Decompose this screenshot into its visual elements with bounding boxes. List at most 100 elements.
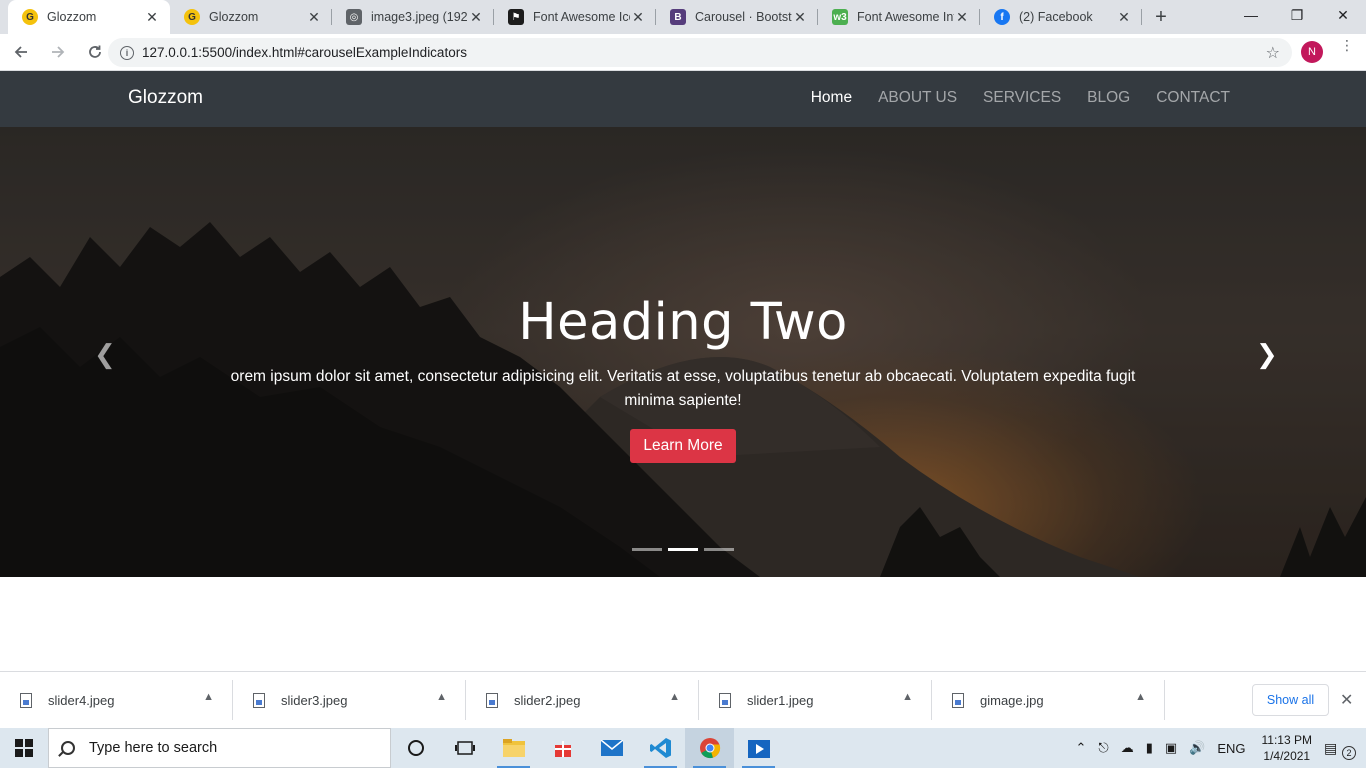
download-list: slider4.jpeg ▲ slider3.jpeg ▲ slider2.jpeg ▲ s… bbox=[0, 680, 1165, 720]
show-all-downloads-button[interactable]: Show all bbox=[1252, 684, 1329, 716]
network-icon[interactable]: ▣ bbox=[1165, 740, 1177, 756]
minimize-button[interactable]: — bbox=[1228, 0, 1274, 30]
reload-icon bbox=[89, 45, 101, 58]
windows-taskbar: Type here to search ⌃ ⎋ ☁ ▮ ▣ 🔊 ENG 11:1… bbox=[0, 728, 1366, 768]
slide-text: orem ipsum dolor sit amet, consectetur a… bbox=[230, 368, 1136, 409]
download-item[interactable]: slider3.jpeg ▲ bbox=[233, 680, 466, 720]
power-icon[interactable]: ⎋ bbox=[1098, 740, 1108, 756]
carousel-indicator[interactable] bbox=[704, 548, 734, 551]
cortana-circle-icon bbox=[407, 740, 424, 756]
show-hidden-icons-chevron-icon[interactable]: ⌃ bbox=[1076, 740, 1087, 756]
browser-toolbar: i 127.0.0.1:5500/index.html#carouselExam… bbox=[0, 34, 1366, 71]
nav-link-contact[interactable]: CONTACT bbox=[1156, 89, 1230, 107]
glozzom-favicon: G bbox=[184, 9, 200, 25]
volume-icon[interactable]: 🔊 bbox=[1189, 740, 1205, 756]
file-explorer-button[interactable] bbox=[489, 728, 538, 768]
download-item[interactable]: slider4.jpeg ▲ bbox=[0, 680, 233, 720]
search-placeholder: Type here to search bbox=[89, 740, 218, 756]
chrome-icon bbox=[699, 738, 720, 759]
onedrive-cloud-icon[interactable]: ☁ bbox=[1121, 740, 1134, 756]
download-filename: slider2.jpeg bbox=[514, 692, 581, 708]
taskbar-search-box[interactable]: Type here to search bbox=[48, 728, 391, 768]
mail-button[interactable] bbox=[587, 728, 636, 768]
chevron-up-icon[interactable]: ▲ bbox=[902, 691, 913, 703]
close-tab-icon[interactable]: ✕ bbox=[630, 9, 646, 26]
download-filename: slider3.jpeg bbox=[281, 692, 348, 708]
download-item[interactable]: slider1.jpeg ▲ bbox=[699, 680, 932, 720]
downloads-bar: slider4.jpeg ▲ slider3.jpeg ▲ slider2.jpeg ▲ s… bbox=[0, 671, 1366, 728]
image-file-icon bbox=[20, 692, 32, 708]
media-player-button[interactable] bbox=[734, 728, 783, 768]
task-view-icon bbox=[454, 741, 475, 755]
close-tab-icon[interactable]: ✕ bbox=[1116, 9, 1132, 26]
carousel-indicator[interactable] bbox=[668, 548, 698, 551]
task-view-button[interactable] bbox=[440, 728, 489, 768]
nav-link-home[interactable]: Home bbox=[811, 89, 852, 107]
close-window-button[interactable]: ✕ bbox=[1320, 0, 1366, 30]
glozzom-favicon: G bbox=[22, 9, 38, 25]
notification-count: 2 bbox=[1342, 745, 1356, 760]
carousel-indicators bbox=[0, 548, 1366, 551]
vscode-button[interactable] bbox=[636, 728, 685, 768]
close-downloads-icon[interactable]: ✕ bbox=[1340, 690, 1353, 710]
tab-separator bbox=[1141, 9, 1142, 25]
download-filename: slider1.jpeg bbox=[747, 692, 814, 708]
tab-title: image3.jpeg (1920 bbox=[371, 10, 468, 24]
browser-tab[interactable]: G Glozzom ✕ bbox=[170, 0, 332, 34]
nav-link-services[interactable]: SERVICES bbox=[983, 89, 1061, 107]
nav-link-blog[interactable]: BLOG bbox=[1087, 89, 1130, 107]
browser-tab[interactable]: ⚑ Font Awesome Ico ✕ bbox=[494, 0, 656, 34]
bookmark-star-icon[interactable]: ☆ bbox=[1266, 43, 1280, 63]
forward-button[interactable] bbox=[42, 36, 74, 68]
carousel-indicator[interactable] bbox=[632, 548, 662, 551]
notification-icon: ▤ bbox=[1324, 739, 1338, 756]
folder-icon bbox=[502, 739, 525, 757]
browser-menu-icon[interactable]: ⋮ bbox=[1340, 38, 1354, 52]
back-button[interactable] bbox=[5, 36, 37, 68]
site-navbar: Glozzom Home ABOUT US SERVICES BLOG CONTACT bbox=[0, 71, 1366, 127]
window-controls: — ❐ ✕ bbox=[1228, 0, 1366, 30]
language-indicator[interactable]: ENG bbox=[1217, 741, 1245, 756]
browser-tab[interactable]: G Glozzom ✕ bbox=[8, 0, 170, 34]
learn-more-button[interactable]: Learn More bbox=[630, 429, 736, 463]
slide-heading: Heading Two bbox=[518, 293, 848, 352]
nav-link-about-us[interactable]: ABOUT US bbox=[878, 89, 957, 107]
chevron-up-icon[interactable]: ▲ bbox=[669, 691, 680, 703]
vscode-icon bbox=[649, 738, 671, 758]
gift-app-button[interactable] bbox=[538, 728, 587, 768]
action-center-button[interactable]: ▤ 2 bbox=[1324, 739, 1358, 760]
taskbar-clock[interactable]: 11:13 PM 1/4/2021 bbox=[1262, 732, 1312, 764]
address-bar[interactable]: i 127.0.0.1:5500/index.html#carouselExam… bbox=[108, 38, 1292, 67]
chevron-up-icon[interactable]: ▲ bbox=[203, 691, 214, 703]
cortana-button[interactable] bbox=[391, 728, 440, 768]
chrome-button[interactable] bbox=[685, 728, 734, 768]
close-tab-icon[interactable]: ✕ bbox=[306, 9, 322, 26]
reload-button[interactable] bbox=[79, 36, 111, 68]
browser-tab[interactable]: ◎ image3.jpeg (1920 ✕ bbox=[332, 0, 494, 34]
profile-avatar[interactable]: N bbox=[1301, 41, 1323, 63]
web-page: Glozzom Home ABOUT US SERVICES BLOG CONTACT … bbox=[0, 71, 1366, 671]
clock-date: 1/4/2021 bbox=[1263, 749, 1311, 763]
browser-tab[interactable]: w3 Font Awesome Int ✕ bbox=[818, 0, 980, 34]
close-tab-icon[interactable]: ✕ bbox=[144, 9, 160, 26]
site-brand[interactable]: Glozzom bbox=[128, 87, 203, 109]
download-item[interactable]: gimage.jpg ▲ bbox=[932, 680, 1165, 720]
download-item[interactable]: slider2.jpeg ▲ bbox=[466, 680, 699, 720]
close-tab-icon[interactable]: ✕ bbox=[792, 9, 808, 26]
start-button[interactable] bbox=[0, 728, 48, 768]
browser-tab[interactable]: f (2) Facebook ✕ bbox=[980, 0, 1142, 34]
chevron-up-icon[interactable]: ▲ bbox=[1135, 691, 1146, 703]
chevron-up-icon[interactable]: ▲ bbox=[436, 691, 447, 703]
site-info-icon[interactable]: i bbox=[120, 45, 134, 60]
tab-title: Glozzom bbox=[47, 10, 97, 24]
gift-icon bbox=[554, 741, 571, 757]
new-tab-button[interactable]: + bbox=[1146, 0, 1176, 34]
search-icon bbox=[61, 741, 75, 755]
browser-tab[interactable]: B Carousel · Bootstra ✕ bbox=[656, 0, 818, 34]
battery-icon[interactable]: ▮ bbox=[1146, 740, 1153, 756]
tab-title: (2) Facebook bbox=[1019, 10, 1093, 24]
image-file-icon bbox=[719, 692, 731, 708]
close-tab-icon[interactable]: ✕ bbox=[954, 9, 970, 26]
close-tab-icon[interactable]: ✕ bbox=[468, 9, 484, 26]
restore-button[interactable]: ❐ bbox=[1274, 0, 1320, 30]
